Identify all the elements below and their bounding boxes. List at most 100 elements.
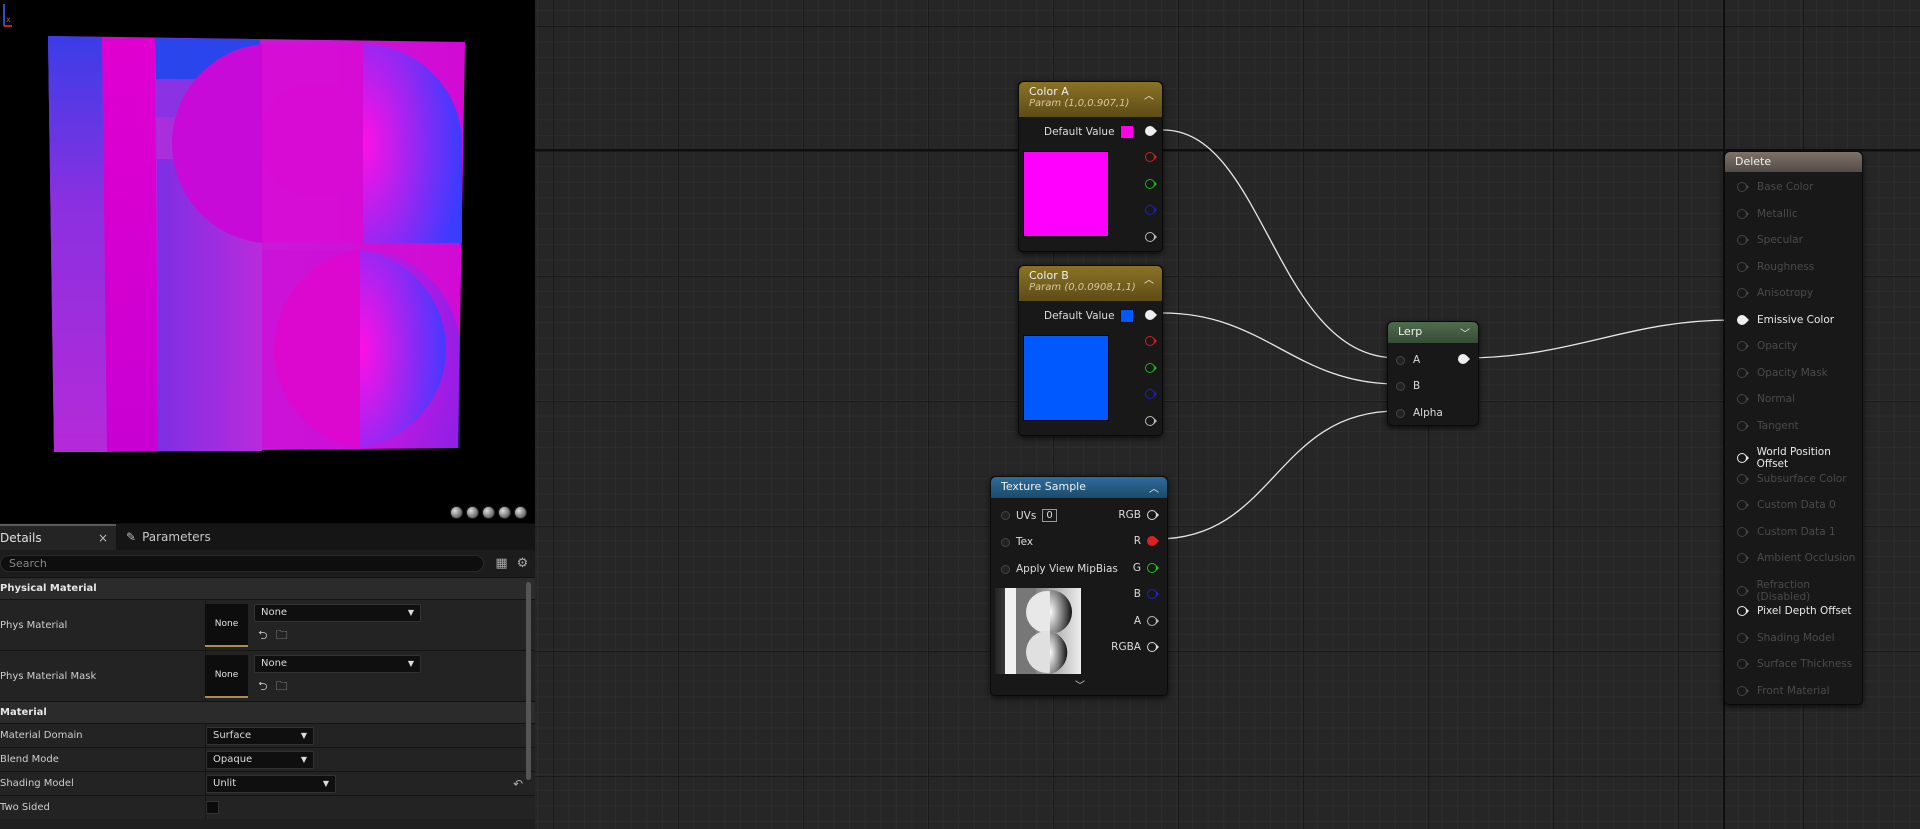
wire-texture-r-to-lerp-alpha[interactable] (1156, 410, 1398, 540)
output-a[interactable]: A (1134, 615, 1159, 627)
node-material-result[interactable]: Delete Base Color Metallic Specular Roughne… (1724, 151, 1863, 705)
tab-parameters[interactable]: ✎ Parameters (116, 524, 211, 550)
cube-preview-icon[interactable] (498, 506, 511, 519)
wire-color-b-to-lerp-b[interactable] (1162, 312, 1398, 385)
g-output-pin[interactable] (1145, 179, 1157, 189)
b-output-pin[interactable] (1145, 389, 1157, 399)
asset-picker-dropdown[interactable]: None ▼ (254, 654, 421, 673)
reset-to-default-icon[interactable]: ↶ (513, 777, 523, 791)
input-pin[interactable] (1737, 314, 1749, 325)
input-pin[interactable] (1001, 537, 1010, 547)
input-pin[interactable] (1001, 511, 1010, 520)
input-pin[interactable] (1396, 355, 1405, 365)
input-pin[interactable] (1737, 182, 1749, 192)
material-graph-canvas[interactable]: Color A Param (1,0,0.907,1) ︿ Default Va… (535, 0, 1920, 829)
input-uvs[interactable]: UVs 0 (1001, 509, 1057, 522)
result-pin-row[interactable]: Ambient Occlusion (1737, 552, 1855, 564)
result-pin-row[interactable]: Subsurface Color (1737, 473, 1847, 485)
input-pin[interactable] (1737, 685, 1749, 696)
node-header[interactable]: Color B Param (0,0.0908,1,1) ︿ (1019, 266, 1162, 301)
expand-chevron-icon[interactable]: ﹀ (1075, 677, 1085, 692)
two-sided-checkbox[interactable] (206, 801, 219, 814)
plane-preview-icon[interactable] (482, 506, 495, 519)
r-output-pin[interactable] (1145, 336, 1157, 346)
result-pin-row[interactable]: World Position Offset (1737, 446, 1862, 470)
use-selected-asset-icon[interactable]: ⮌ (258, 626, 268, 647)
result-pin-row[interactable]: Shading Model (1737, 632, 1835, 644)
node-header[interactable]: Delete (1725, 152, 1862, 172)
input-pin[interactable] (1737, 235, 1749, 245)
rgb-output-pin[interactable] (1145, 126, 1157, 136)
result-pin-row[interactable]: Surface Thickness (1737, 658, 1852, 670)
input-pin[interactable] (1737, 208, 1749, 219)
cylinder-preview-icon[interactable] (450, 506, 463, 519)
sphere-preview-icon[interactable] (466, 506, 479, 519)
input-pin[interactable] (1737, 606, 1749, 616)
input-pin[interactable] (1737, 453, 1749, 463)
node-header[interactable]: Lerp ﹀ (1388, 322, 1478, 343)
input-pin[interactable] (1737, 473, 1749, 484)
input-pin[interactable] (1737, 659, 1749, 669)
result-pin-row[interactable]: Base Color (1737, 181, 1813, 193)
wire-color-a-to-lerp-a[interactable] (1162, 129, 1398, 359)
result-pin-row[interactable]: Pixel Depth Offset (1737, 605, 1852, 617)
output-pin[interactable] (1147, 642, 1159, 652)
lerp-input-alpha[interactable]: Alpha (1396, 407, 1443, 419)
output-pin[interactable] (1147, 616, 1159, 626)
output-g[interactable]: G (1133, 562, 1159, 574)
input-pin[interactable] (1737, 261, 1749, 272)
input-pin[interactable] (1396, 408, 1405, 418)
output-pin[interactable] (1147, 589, 1159, 599)
result-pin-row[interactable]: Specular (1737, 234, 1803, 246)
color-swatch[interactable] (1119, 309, 1134, 323)
b-output-pin[interactable] (1145, 205, 1157, 215)
blend-mode-dropdown[interactable]: Opaque ▼ (206, 750, 314, 769)
lerp-input-b[interactable]: B (1396, 380, 1420, 392)
asset-thumbnail[interactable]: None (205, 603, 248, 647)
output-pin[interactable] (1147, 510, 1159, 520)
collapse-icon[interactable]: ︿ (1149, 480, 1159, 495)
browse-asset-icon[interactable]: 🗀 (276, 677, 288, 698)
collapse-icon[interactable]: ︿ (1144, 87, 1154, 102)
input-pin[interactable] (1737, 288, 1749, 298)
result-pin-row[interactable]: Anisotropy (1737, 287, 1813, 299)
result-pin-row[interactable]: Custom Data 0 (1737, 499, 1836, 511)
asset-thumbnail[interactable]: None (205, 654, 248, 698)
details-scrollbar[interactable] (526, 582, 531, 780)
input-pin[interactable] (1737, 526, 1749, 537)
tab-details[interactable]: Details × (0, 524, 116, 550)
gear-icon[interactable]: ⚙ (515, 556, 530, 571)
lerp-input-a[interactable]: A (1396, 354, 1420, 366)
material-preview-viewport[interactable]: x (0, 0, 535, 523)
input-pin[interactable] (1737, 420, 1749, 431)
color-swatch[interactable] (1119, 125, 1134, 139)
result-pin-row[interactable]: Front Material (1737, 685, 1830, 697)
node-header[interactable]: Color A Param (1,0,0.907,1) ︿ (1019, 82, 1162, 117)
node-color-b[interactable]: Color B Param (0,0.0908,1,1) ︿ Default V… (1018, 265, 1163, 436)
close-icon[interactable]: × (98, 531, 108, 545)
result-pin-row[interactable]: Opacity (1737, 340, 1797, 352)
a-output-pin[interactable] (1145, 416, 1157, 426)
table-view-icon[interactable]: ▦ (494, 556, 509, 571)
input-pin[interactable] (1737, 394, 1749, 404)
input-pin[interactable] (1737, 632, 1749, 643)
input-pin[interactable] (1737, 367, 1749, 378)
result-pin-row[interactable]: Roughness (1737, 261, 1814, 273)
output-pin[interactable] (1147, 563, 1159, 573)
input-pin[interactable] (1396, 381, 1405, 391)
result-pin-row[interactable]: Tangent (1737, 420, 1799, 432)
input-pin[interactable] (1001, 564, 1010, 574)
r-output-pin[interactable] (1145, 152, 1157, 162)
lerp-output-pin[interactable] (1458, 354, 1470, 364)
teapot-preview-icon[interactable] (514, 506, 527, 519)
section-material[interactable]: Material (0, 701, 535, 723)
node-lerp[interactable]: Lerp ﹀ A B Alpha (1387, 321, 1479, 426)
node-header[interactable]: Texture Sample ︿ (991, 477, 1167, 498)
chevron-down-icon[interactable]: ﹀ (1460, 325, 1470, 340)
node-color-a[interactable]: Color A Param (1,0,0.907,1) ︿ Default Va… (1018, 81, 1163, 252)
g-output-pin[interactable] (1145, 363, 1157, 373)
wire-lerp-to-emissive[interactable] (1462, 319, 1733, 359)
shading-model-dropdown[interactable]: Unlit ▼ (206, 774, 336, 793)
use-selected-asset-icon[interactable]: ⮌ (258, 677, 268, 698)
output-rgb[interactable]: RGB (1118, 509, 1159, 521)
